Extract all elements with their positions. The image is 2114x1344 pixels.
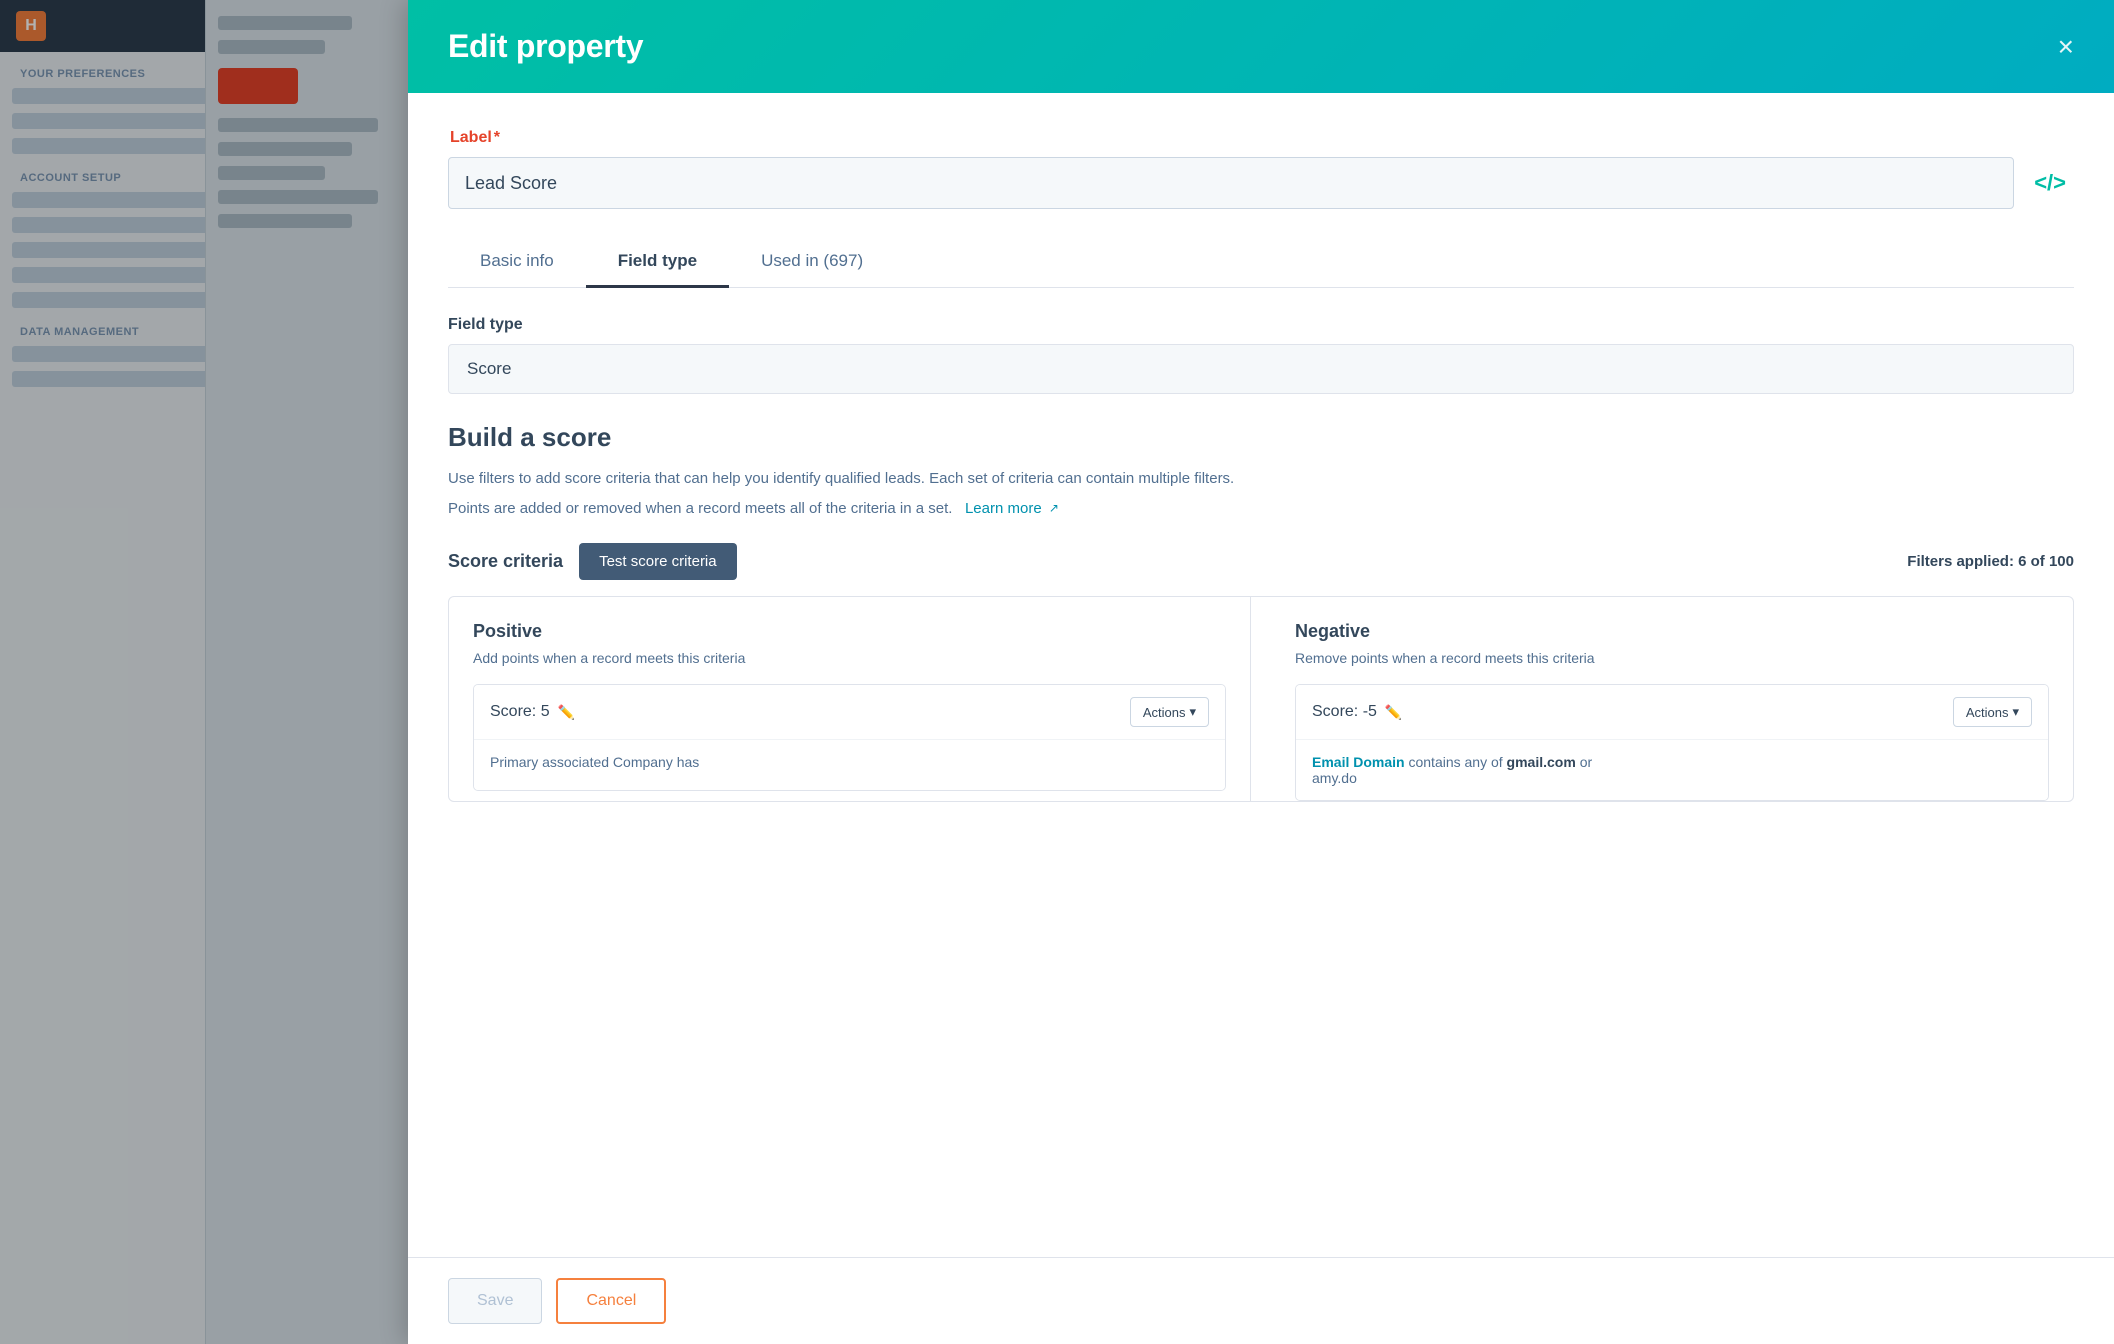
build-score-desc-2: Points are added or removed when a recor… — [448, 497, 2074, 521]
chevron-down-icon: ▾ — [1189, 704, 1196, 720]
score-criteria-label: Score criteria — [448, 551, 563, 572]
tab-basic-info[interactable]: Basic info — [448, 237, 586, 288]
label-field-label: Label* — [448, 129, 2074, 147]
cancel-button[interactable]: Cancel — [556, 1278, 666, 1324]
email-domain-link[interactable]: Email Domain — [1312, 754, 1405, 770]
positive-actions-button[interactable]: Actions ▾ — [1130, 697, 1209, 727]
positive-description: Add points when a record meets this crit… — [473, 650, 1226, 666]
score-criteria-left: Score criteria Test score criteria — [448, 543, 737, 580]
negative-score-card: Score: -5 ✏️ Actions ▾ Email Domain cont… — [1295, 684, 2049, 801]
negative-score-card-body: Email Domain contains any of gmail.com o… — [1296, 740, 2048, 800]
positive-score-card: Score: 5 ✏️ Actions ▾ Primary associated… — [473, 684, 1226, 791]
negative-score-card-header: Score: -5 ✏️ Actions ▾ — [1296, 685, 2048, 740]
code-button[interactable]: </> — [2026, 162, 2074, 204]
build-score-title: Build a score — [448, 422, 2074, 453]
save-button[interactable]: Save — [448, 1278, 542, 1324]
positive-score-column: Positive Add points when a record meets … — [449, 597, 1251, 801]
external-link-icon: ↗ — [1049, 501, 1059, 515]
negative-actions-button[interactable]: Actions ▾ — [1953, 697, 2032, 727]
modal-footer: Save Cancel — [408, 1257, 2114, 1344]
positive-score-card-header: Score: 5 ✏️ Actions ▾ — [474, 685, 1225, 740]
label-input[interactable] — [448, 157, 2014, 209]
filters-applied-count: Filters applied: 6 of 100 — [1907, 553, 2074, 570]
build-score-section: Build a score Use filters to add score c… — [448, 422, 2074, 802]
field-type-label: Field type — [448, 316, 2074, 334]
learn-more-link[interactable]: Learn more ↗ — [961, 500, 1059, 517]
edit-property-modal: Edit property × Label* </> Basic info Fi… — [408, 0, 2114, 1344]
label-section: Label* </> — [448, 129, 2074, 209]
build-score-desc-1: Use filters to add score criteria that c… — [448, 467, 2074, 491]
modal-body: Label* </> Basic info Field type Used in… — [408, 93, 2114, 1257]
positive-edit-pencil-icon[interactable]: ✏️ — [558, 704, 575, 721]
field-type-value: Score — [448, 344, 2074, 394]
score-criteria-row: Score criteria Test score criteria Filte… — [448, 543, 2074, 580]
chevron-down-icon: ▾ — [2012, 704, 2019, 720]
negative-score-column: Negative Remove points when a record mee… — [1271, 597, 2073, 801]
negative-title: Negative — [1295, 621, 2049, 642]
negative-description: Remove points when a record meets this c… — [1295, 650, 2049, 666]
tab-used-in[interactable]: Used in (697) — [729, 237, 895, 288]
positive-score-card-body: Primary associated Company has — [474, 740, 1225, 790]
negative-score-value: Score: -5 ✏️ — [1312, 703, 1402, 721]
test-score-criteria-button[interactable]: Test score criteria — [579, 543, 737, 580]
modal-title: Edit property — [448, 28, 643, 65]
positive-score-value: Score: 5 ✏️ — [490, 703, 575, 721]
tabs-nav: Basic info Field type Used in (697) — [448, 237, 2074, 288]
negative-edit-pencil-icon[interactable]: ✏️ — [1385, 704, 1402, 721]
score-columns: Positive Add points when a record meets … — [448, 596, 2074, 802]
tab-field-type[interactable]: Field type — [586, 237, 729, 288]
gmail-domain-text: gmail.com — [1507, 754, 1576, 770]
label-input-row: </> — [448, 157, 2074, 209]
field-type-section: Field type Score — [448, 316, 2074, 394]
modal-header: Edit property × — [408, 0, 2114, 93]
close-button[interactable]: × — [2058, 33, 2074, 61]
positive-title: Positive — [473, 621, 1226, 642]
